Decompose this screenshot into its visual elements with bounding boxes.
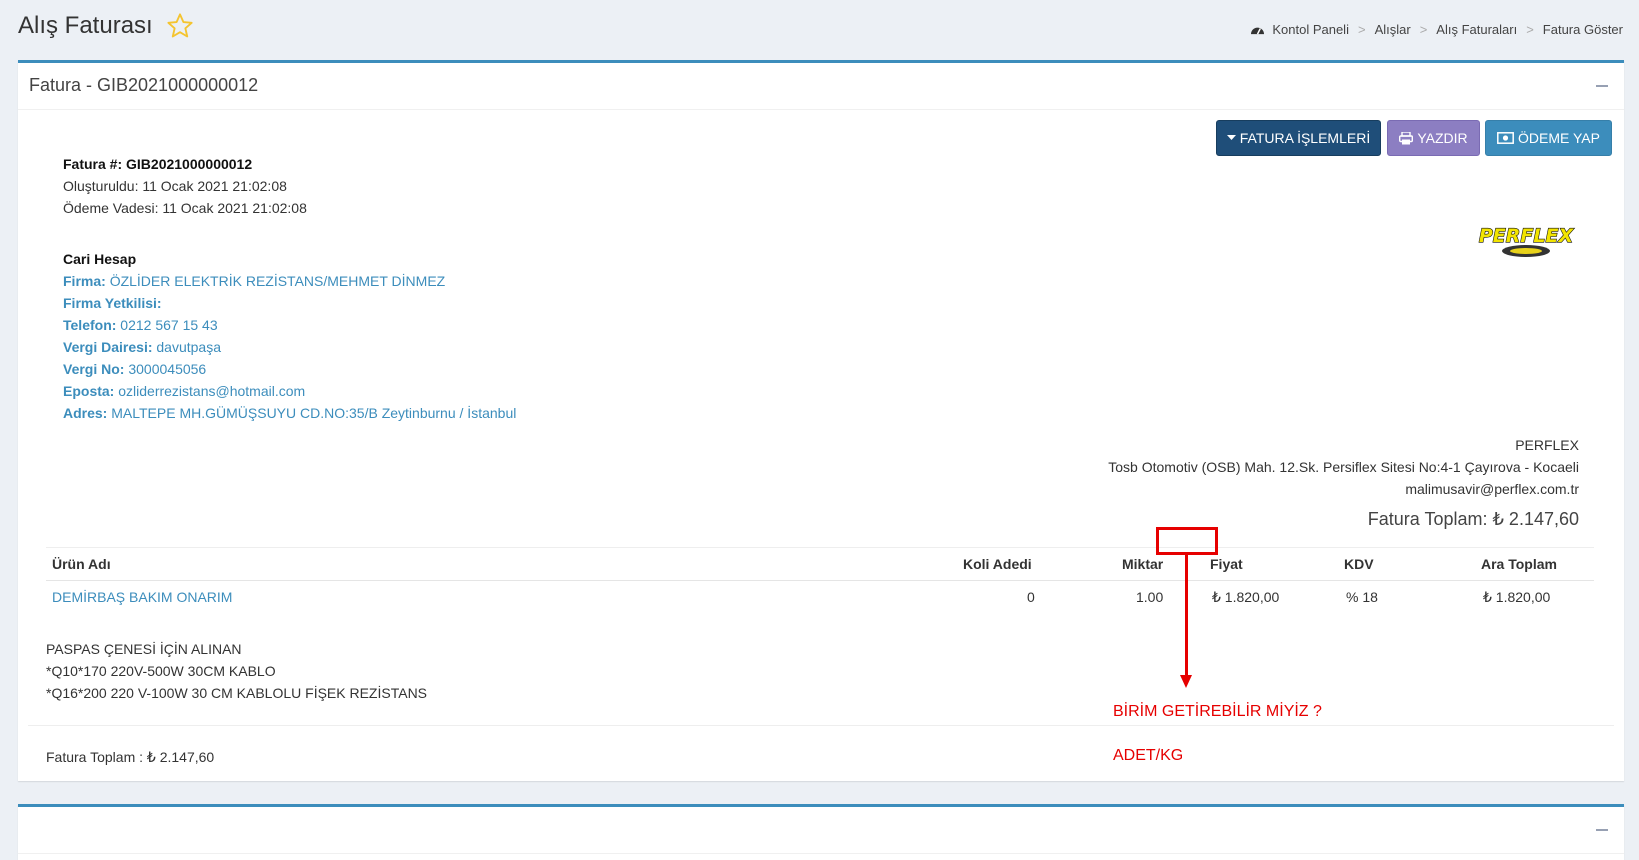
authorized-label: Firma Yetkilisi: bbox=[63, 295, 162, 311]
annotation-text-2: ADET/KG GİBİ bbox=[1113, 747, 1184, 764]
page-title: Alış Faturası bbox=[18, 12, 153, 39]
description-line: *Q16*200 220 V-100W 30 CM KABLOLU FİŞEK … bbox=[46, 685, 428, 701]
tax-office-value: davutpaşa bbox=[156, 339, 221, 355]
invoice-total-top: Fatura Toplam: ₺ 2.147,60 bbox=[1367, 509, 1579, 529]
invoice-operations-button[interactable]: FATURA İŞLEMLERİ bbox=[1216, 120, 1381, 156]
invoice-info: Fatura #: GIB2021000000012 Oluşturuldu: … bbox=[63, 153, 307, 219]
account-heading: Cari Hesap bbox=[63, 251, 137, 267]
box-header: Fatura - GIB2021000000012 bbox=[18, 63, 1624, 110]
col-vat: KDV bbox=[1344, 556, 1374, 572]
table-row: DEMİRBAŞ BAKIM ONARIM 0 1.00 ₺ 1.820,00 … bbox=[46, 581, 1594, 613]
breadcrumb-current: Fatura Göster bbox=[1542, 22, 1623, 37]
print-button[interactable]: YAZDIR bbox=[1387, 120, 1480, 156]
phone-label: Telefon: bbox=[63, 317, 117, 333]
items-table: Ürün Adı Koli Adedi Miktar Fiyat KDV Ara… bbox=[46, 547, 1594, 613]
print-label: YAZDIR bbox=[1417, 130, 1468, 146]
company-info: PERFLEX Tosb Otomotiv (OSB) Mah. 12.Sk. … bbox=[1108, 434, 1579, 500]
col-price: Fiyat bbox=[1210, 556, 1243, 572]
breadcrumb-purchases[interactable]: Alışlar bbox=[1375, 22, 1411, 37]
divider bbox=[28, 725, 1614, 726]
print-icon bbox=[1399, 131, 1414, 144]
address-label: Adres: bbox=[63, 405, 108, 421]
description-line: *Q10*170 220V-500W 30CM KABLO bbox=[46, 663, 276, 679]
address-value: MALTEPE MH.GÜMÜŞSUYU CD.NO:35/B Zeytinbu… bbox=[111, 405, 517, 421]
breadcrumb-separator: > bbox=[1357, 22, 1366, 37]
cell-product[interactable]: DEMİRBAŞ BAKIM ONARIM bbox=[52, 589, 232, 605]
box-title: Fatura - GIB2021000000012 bbox=[29, 75, 259, 95]
star-icon[interactable] bbox=[166, 12, 194, 40]
second-box-header bbox=[18, 807, 1624, 854]
page-header: Alış Faturası Kontol Paneli > Alışlar > … bbox=[0, 0, 1639, 58]
breadcrumb-purchase-invoices[interactable]: Alış Faturaları bbox=[1436, 22, 1517, 37]
logo-text: PERFLEX bbox=[1479, 225, 1575, 247]
second-box bbox=[18, 804, 1624, 860]
company-address: Tosb Otomotiv (OSB) Mah. 12.Sk. Persifle… bbox=[1108, 459, 1579, 475]
firm-label: Firma: bbox=[63, 273, 106, 289]
col-boxes: Koli Adedi bbox=[963, 556, 1032, 572]
invoice-number-label: Fatura #: bbox=[63, 156, 123, 172]
invoice-total-bottom: Fatura Toplam : ₺ 2.147,60 bbox=[46, 749, 215, 765]
cell-subtotal: ₺ 1.820,00 bbox=[1483, 589, 1551, 605]
collapse-button[interactable] bbox=[1596, 85, 1608, 87]
firm-value: ÖZLİDER ELEKTRİK REZİSTANS/MEHMET DİNMEZ bbox=[109, 273, 446, 289]
breadcrumb-dashboard[interactable]: Kontol Paneli bbox=[1272, 22, 1349, 37]
phone-value: 0212 567 15 43 bbox=[120, 317, 218, 333]
collapse-button[interactable] bbox=[1596, 829, 1608, 831]
invoice-operations-label: FATURA İŞLEMLERİ bbox=[1239, 130, 1371, 146]
tax-number-label: Vergi No: bbox=[63, 361, 125, 377]
table-header: Ürün Adı Koli Adedi Miktar Fiyat KDV Ara… bbox=[46, 548, 1594, 581]
pay-label: ÖDEME YAP bbox=[1518, 130, 1600, 146]
invoice-box: Fatura - GIB2021000000012 FATURA İŞLEMLE… bbox=[18, 60, 1624, 781]
breadcrumb-separator: > bbox=[1419, 22, 1428, 37]
account-info: Cari Hesap Firma: ÖZLİDER ELEKTRİK REZİS… bbox=[63, 248, 516, 424]
caret-down-icon bbox=[1226, 135, 1236, 140]
annotation-arrow-line bbox=[1185, 555, 1188, 675]
col-qty: Miktar bbox=[1122, 556, 1164, 572]
perflex-logo: PERFLEX bbox=[1478, 224, 1575, 257]
annotation-highlight-box bbox=[1156, 527, 1218, 555]
pay-button[interactable]: ÖDEME YAP bbox=[1485, 120, 1612, 156]
email-value: ozliderrezistans@hotmail.com bbox=[118, 383, 306, 399]
company-email: malimusavir@perflex.com.tr bbox=[1405, 481, 1579, 497]
cell-qty: 1.00 bbox=[1136, 589, 1164, 605]
due-date: Ödeme Vadesi: 11 Ocak 2021 21:02:08 bbox=[63, 200, 307, 216]
cell-price: ₺ 1.820,00 bbox=[1212, 589, 1280, 605]
invoice-description: PASPAS ÇENESİ İÇİN ALINAN *Q10*170 220V-… bbox=[46, 638, 427, 704]
breadcrumb: Kontol Paneli > Alışlar > Alış Faturalar… bbox=[1250, 22, 1623, 37]
invoice-number-row: Fatura #: GIB2021000000012 bbox=[63, 153, 307, 175]
dashboard-icon bbox=[1251, 27, 1265, 35]
breadcrumb-separator: > bbox=[1526, 22, 1534, 37]
annotation-arrow-head bbox=[1180, 675, 1192, 688]
created-date: Oluşturuldu: 11 Ocak 2021 21:02:08 bbox=[63, 178, 287, 194]
col-product: Ürün Adı bbox=[52, 556, 111, 572]
description-line: PASPAS ÇENESİ İÇİN ALINAN bbox=[46, 641, 242, 657]
cell-boxes: 0 bbox=[1027, 589, 1035, 605]
tax-number-value: 3000045056 bbox=[128, 361, 207, 377]
tax-office-label: Vergi Dairesi: bbox=[63, 339, 153, 355]
col-subtotal: Ara Toplam bbox=[1481, 556, 1557, 572]
cell-vat: % 18 bbox=[1346, 589, 1378, 605]
email-label: Eposta: bbox=[63, 383, 115, 399]
money-icon bbox=[1497, 132, 1514, 144]
invoice-number: GIB2021000000012 bbox=[126, 156, 253, 172]
company-name: PERFLEX bbox=[1515, 437, 1579, 453]
annotation-text: BİRİM GETİREBİLİR MİYİZ ? bbox=[1113, 703, 1322, 720]
